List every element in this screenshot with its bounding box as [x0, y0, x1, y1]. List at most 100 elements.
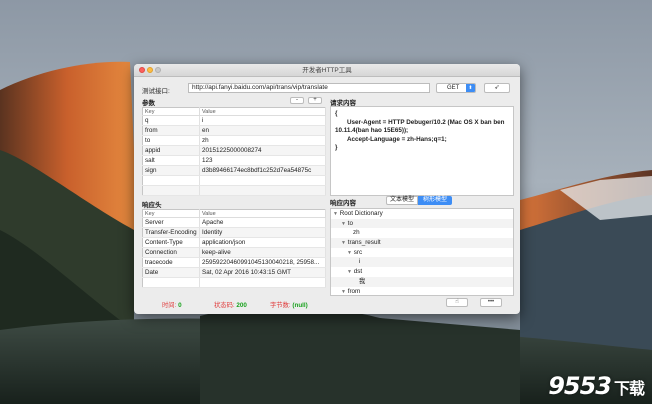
header-key: Date: [142, 267, 200, 278]
time-value: 0: [178, 302, 182, 309]
header-key: tracecode: [142, 257, 200, 268]
params-value-header: Value: [199, 107, 326, 116]
request-line: 10.11.4(ban hao 15E65));: [335, 127, 409, 134]
tree-node[interactable]: ▼ dst: [331, 267, 513, 277]
status-code-value: 200: [236, 302, 247, 309]
title-bar[interactable]: 开发者HTTP工具: [134, 64, 520, 77]
param-value[interactable]: 20151225000008274: [199, 145, 326, 156]
headers-header-row: Key Value: [142, 209, 326, 218]
param-value[interactable]: d3b89466174ec8bdf1c252d7ea54875c: [199, 165, 326, 176]
more-button[interactable]: •••: [480, 298, 502, 307]
table-row[interactable]: appid 20151225000008274: [142, 145, 326, 156]
param-value[interactable]: 123: [199, 155, 326, 166]
time-status: 时间: 0: [162, 300, 182, 309]
disclosure-triangle-icon[interactable]: ▼: [347, 250, 352, 256]
table-row[interactable]: q i: [142, 115, 326, 126]
site-watermark: 9553 下载: [548, 372, 645, 400]
minimize-window-button[interactable]: [147, 67, 153, 73]
params-title: 参数: [142, 100, 155, 107]
tree-node-label: dst: [353, 268, 363, 276]
tree-node-label: from: [347, 287, 361, 295]
tree-node[interactable]: ▼ src: [331, 248, 513, 258]
tree-node-label: 我: [359, 277, 366, 285]
table-row[interactable]: sign d3b89466174ec8bdf1c252d7ea54875c: [142, 165, 326, 176]
hand-icon: ☝: [455, 299, 459, 305]
history-button[interactable]: ☝: [446, 298, 468, 307]
url-label: 测试接口:: [142, 88, 170, 95]
chevron-updown-icon: ⬍: [466, 84, 475, 92]
remove-param-button[interactable]: -: [290, 97, 304, 104]
response-content-title: 响应内容: [330, 200, 356, 207]
tree-node-label: zh: [353, 229, 360, 237]
tree-node-root[interactable]: ▼ Root Dictionary: [331, 209, 513, 219]
time-label: 时间:: [162, 302, 177, 309]
table-row[interactable]: Connection keep-alive: [142, 247, 326, 258]
url-input[interactable]: http://api.fanyi.baidu.com/api/trans/vip…: [188, 83, 430, 93]
param-value[interactable]: zh: [199, 135, 326, 146]
watermark-number: 9553: [548, 372, 612, 400]
tree-node[interactable]: ▼ to: [331, 218, 513, 229]
status-code: 状态码: 200: [214, 300, 247, 309]
table-row[interactable]: Transfer-Encoding Identity: [142, 227, 326, 238]
headers-value-header: Value: [199, 209, 326, 218]
param-value[interactable]: en: [199, 125, 326, 136]
app-window: 开发者HTTP工具 测试接口: http://api.fanyi.baidu.c…: [134, 64, 520, 314]
param-key[interactable]: to: [142, 135, 200, 146]
tree-node-leaf[interactable]: zh: [331, 228, 513, 238]
send-button[interactable]: ➶: [484, 83, 510, 93]
zoom-window-button[interactable]: [155, 67, 161, 73]
method-select[interactable]: GET ⬍: [436, 83, 476, 93]
disclosure-triangle-icon[interactable]: ▼: [341, 289, 346, 295]
table-row-empty[interactable]: [142, 175, 326, 186]
disclosure-triangle-icon[interactable]: ▼: [333, 211, 338, 217]
disclosure-triangle-icon[interactable]: ▼: [347, 269, 352, 275]
table-row[interactable]: tracecode 25959220460991045130040218, 25…: [142, 257, 326, 268]
table-row[interactable]: Server Apache: [142, 217, 326, 228]
header-key: Content-Type: [142, 237, 200, 248]
status-code-label: 状态码:: [214, 302, 235, 309]
param-key[interactable]: from: [142, 125, 200, 136]
disclosure-triangle-icon[interactable]: ▼: [341, 240, 346, 246]
add-param-button[interactable]: +: [308, 97, 322, 104]
param-key[interactable]: appid: [142, 145, 200, 156]
paper-plane-icon: ➶: [494, 84, 500, 91]
headers-key-header: Key: [142, 209, 200, 218]
disclosure-triangle-icon[interactable]: ▼: [341, 221, 346, 227]
tree-node-leaf[interactable]: 我: [331, 276, 513, 287]
request-content-box[interactable]: { User-Agent = HTTP Debuger/10.2 (Mac OS…: [330, 106, 514, 196]
header-value: Identity: [199, 227, 326, 238]
request-line: {: [335, 110, 338, 117]
response-headers-title: 响应头: [142, 202, 162, 209]
bytes-label: 字节数:: [270, 302, 291, 309]
params-table: Key Value q i from en to zh appid 201512…: [142, 107, 326, 196]
param-key[interactable]: sign: [142, 165, 200, 176]
table-row-empty[interactable]: [142, 185, 326, 196]
tree-node[interactable]: ▼ trans_result: [331, 238, 513, 248]
param-key[interactable]: salt: [142, 155, 200, 166]
tab-tree-model[interactable]: 树形模型: [418, 196, 452, 205]
response-headers-table: Key Value Server Apache Transfer-Encodin…: [142, 209, 326, 288]
bytes-status: 字节数: (null): [270, 300, 308, 309]
param-key[interactable]: q: [142, 115, 200, 126]
header-value: keep-alive: [199, 247, 326, 258]
request-line: User-Agent = HTTP Debuger/10.2 (Mac OS X…: [347, 118, 505, 126]
tree-node-label: to: [347, 219, 353, 227]
table-row-empty[interactable]: [142, 277, 326, 288]
bytes-value: (null): [292, 302, 308, 309]
table-row[interactable]: from en: [142, 125, 326, 136]
header-key: Connection: [142, 247, 200, 258]
window-title: 开发者HTTP工具: [302, 67, 352, 74]
params-key-header: Key: [142, 107, 200, 116]
tab-text-model[interactable]: 文本模型: [386, 196, 418, 205]
tree-node[interactable]: ▼ from: [331, 287, 513, 296]
close-window-button[interactable]: [139, 67, 145, 73]
param-value[interactable]: i: [199, 115, 326, 126]
tree-node-leaf[interactable]: i: [331, 257, 513, 268]
header-value: 25959220460991045130040218, 25958...: [199, 257, 326, 268]
table-row[interactable]: Content-Type application/json: [142, 237, 326, 248]
table-row[interactable]: salt 123: [142, 155, 326, 166]
header-key: Server: [142, 217, 200, 228]
table-row[interactable]: Date Sat, 02 Apr 2016 10:43:15 GMT: [142, 267, 326, 278]
tree-node-label: src: [353, 248, 363, 256]
table-row[interactable]: to zh: [142, 135, 326, 146]
